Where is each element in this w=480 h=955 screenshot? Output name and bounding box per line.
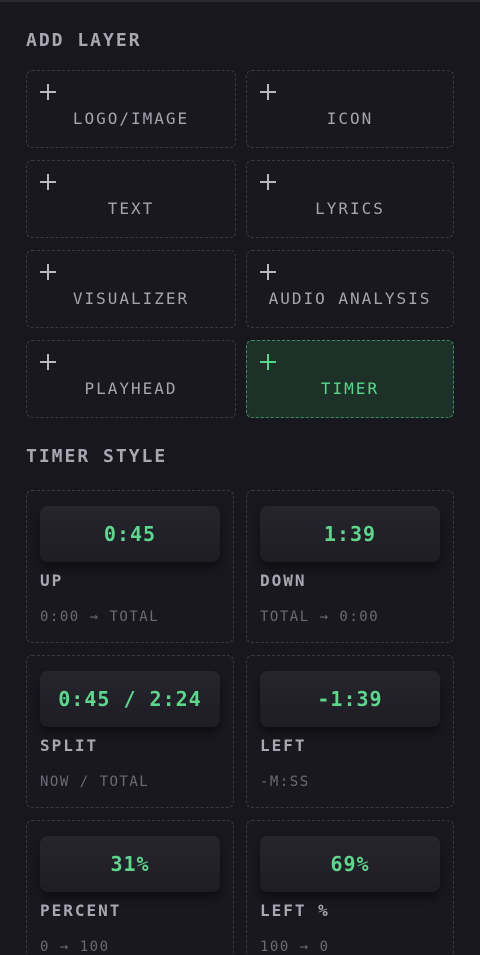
timer-style-name: LEFT (260, 736, 307, 755)
layer-button-label: AUDIO ANALYSIS (268, 289, 432, 308)
add-text-button[interactable]: TEXT (26, 160, 236, 238)
plus-icon (39, 353, 57, 371)
timer-preview: 1:39 (260, 506, 440, 562)
timer-style-name: UP (40, 571, 64, 590)
add-audio-analysis-button[interactable]: AUDIO ANALYSIS (246, 250, 454, 328)
timer-style-percent[interactable]: 31% PERCENT 0 → 100 (26, 820, 234, 955)
layer-panel: ADD LAYER LOGO/IMAGE ICON TEXT LYRICS VI… (0, 0, 480, 955)
timer-style-desc: -M:SS (260, 774, 310, 790)
layer-button-label: ICON (326, 109, 374, 128)
timer-style-left[interactable]: -1:39 LEFT -M:SS (246, 655, 454, 808)
add-layer-grid: LOGO/IMAGE ICON TEXT LYRICS VISUALIZER A… (26, 70, 454, 418)
layer-button-label: VISUALIZER (72, 289, 190, 308)
timer-style-desc: 0 → 100 (40, 939, 110, 955)
timer-style-up[interactable]: 0:45 UP 0:00 → TOTAL (26, 490, 234, 643)
timer-preview: 69% (260, 836, 440, 892)
plus-icon (39, 263, 57, 281)
layer-button-label: LOGO/IMAGE (72, 109, 190, 128)
timer-style-desc: 0:00 → TOTAL (40, 609, 160, 625)
plus-icon (259, 263, 277, 281)
add-layer-title: ADD LAYER (26, 30, 142, 51)
add-lyrics-button[interactable]: LYRICS (246, 160, 454, 238)
plus-icon (259, 83, 277, 101)
layer-button-label: LYRICS (315, 199, 385, 218)
add-icon-button[interactable]: ICON (246, 70, 454, 148)
timer-style-name: SPLIT (40, 736, 99, 755)
plus-icon (259, 173, 277, 191)
timer-style-name: PERCENT (40, 901, 122, 920)
plus-icon (39, 83, 57, 101)
timer-preview: -1:39 (260, 671, 440, 727)
add-timer-button[interactable]: TIMER (246, 340, 454, 418)
layer-button-label: TEXT (107, 199, 155, 218)
layer-button-label: PLAYHEAD (84, 379, 178, 398)
plus-icon (39, 173, 57, 191)
add-logo-image-button[interactable]: LOGO/IMAGE (26, 70, 236, 148)
timer-style-desc: 100 → 0 (260, 939, 330, 955)
layer-button-label: TIMER (320, 379, 380, 398)
timer-style-down[interactable]: 1:39 DOWN TOTAL → 0:00 (246, 490, 454, 643)
timer-style-desc: NOW / TOTAL (40, 774, 150, 790)
plus-icon (259, 353, 277, 371)
timer-style-title: TIMER STYLE (26, 446, 168, 467)
timer-style-desc: TOTAL → 0:00 (260, 609, 380, 625)
timer-preview: 0:45 / 2:24 (40, 671, 220, 727)
timer-preview: 0:45 (40, 506, 220, 562)
add-visualizer-button[interactable]: VISUALIZER (26, 250, 236, 328)
timer-style-grid: 0:45 UP 0:00 → TOTAL 1:39 DOWN TOTAL → 0… (26, 490, 454, 955)
add-playhead-button[interactable]: PLAYHEAD (26, 340, 236, 418)
timer-preview: 31% (40, 836, 220, 892)
timer-style-name: DOWN (260, 571, 307, 590)
timer-style-left-percent[interactable]: 69% LEFT % 100 → 0 (246, 820, 454, 955)
timer-style-name: LEFT % (260, 901, 330, 920)
timer-style-split[interactable]: 0:45 / 2:24 SPLIT NOW / TOTAL (26, 655, 234, 808)
